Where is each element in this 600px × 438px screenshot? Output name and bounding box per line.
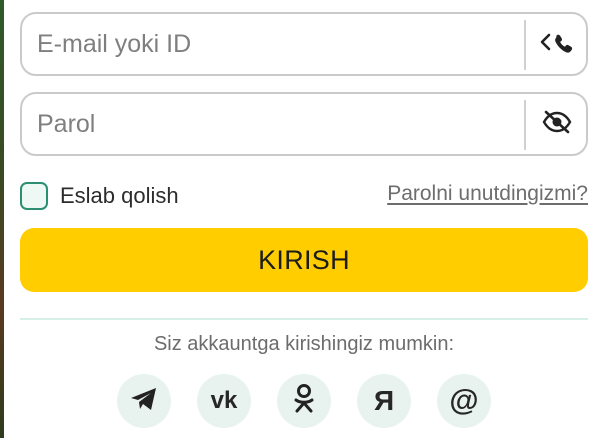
email-input[interactable] [22,14,512,74]
remember-checkbox[interactable] [20,182,48,210]
field-separator [524,20,526,70]
social-vk-button[interactable]: vk [197,374,251,428]
social-telegram-button[interactable] [117,374,171,428]
phone-toggle-button[interactable] [528,14,586,74]
password-input[interactable] [22,94,512,154]
social-login-list: vk Я @ [20,374,588,428]
email-at-icon: @ [449,384,479,417]
email-field-container [20,12,588,76]
background-edge [0,0,4,438]
social-login-title: Siz akkauntga kirishingiz mumkin: [153,333,455,355]
yandex-icon: Я [373,385,395,416]
options-row: Eslab qolish Parolni unutdingizmi? [20,178,588,214]
login-panel: Eslab qolish Parolni unutdingizmi? KIRIS… [20,12,588,428]
login-button[interactable]: KIRISH [20,228,588,292]
social-email-button[interactable]: @ [437,374,491,428]
password-field-container [20,92,588,156]
social-odnoklassniki-button[interactable] [277,374,331,428]
odnoklassniki-icon [292,383,316,420]
chevron-left-phone-icon [537,27,577,62]
remember-me[interactable]: Eslab qolish [20,178,179,214]
vk-icon: vk [210,387,238,414]
forgot-password-link[interactable]: Parolni unutdingizmi? [387,182,588,206]
remember-label: Eslab qolish [60,183,179,208]
telegram-icon [129,385,159,418]
field-separator [524,100,526,150]
password-visibility-toggle[interactable] [528,94,586,154]
social-yandex-button[interactable]: Я [357,374,411,428]
divider [20,318,588,320]
eye-slash-icon [541,109,573,140]
